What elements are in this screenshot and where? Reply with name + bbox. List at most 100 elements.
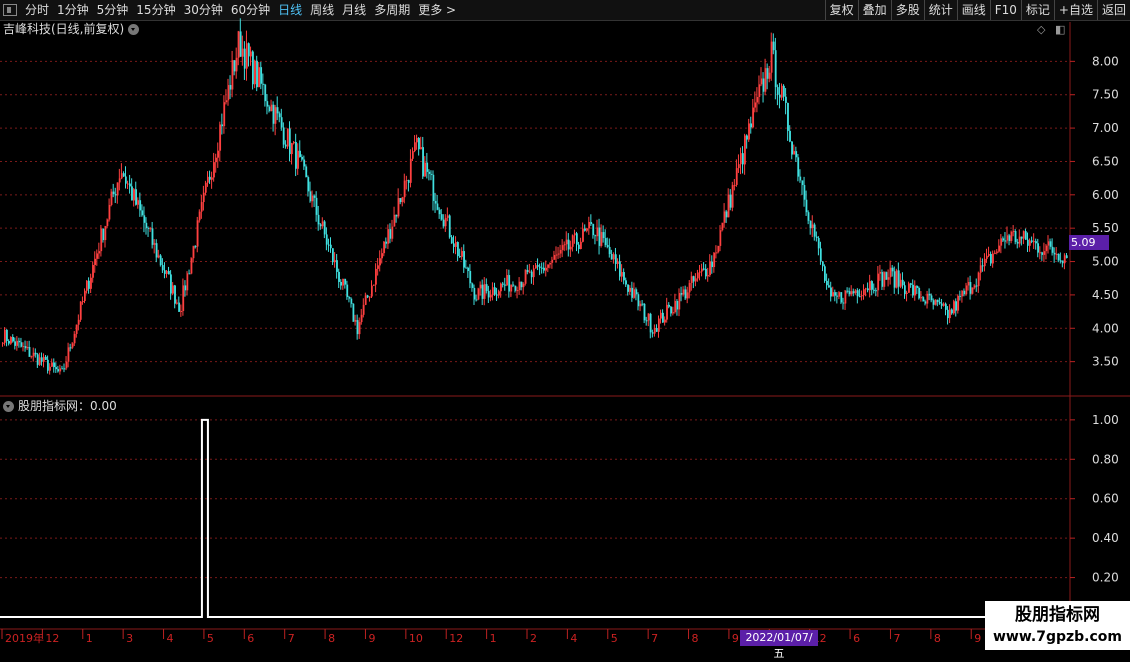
candle-body <box>608 246 611 255</box>
candle-body <box>869 281 871 291</box>
candle-body <box>112 191 115 195</box>
candle-body <box>496 294 498 296</box>
candle-body <box>59 368 62 372</box>
candle-body <box>399 198 402 203</box>
candle-body <box>457 242 459 257</box>
candle-body <box>713 252 716 268</box>
candle-body <box>901 279 904 286</box>
candle-body <box>573 233 576 236</box>
candle-body <box>727 194 730 218</box>
candle-body <box>856 290 859 297</box>
candle-body <box>955 301 957 311</box>
candle-body <box>145 222 148 228</box>
candle-body <box>342 278 345 286</box>
candle-body <box>904 285 906 294</box>
candle-body <box>865 288 867 290</box>
candle-body <box>688 283 691 293</box>
candle-body <box>571 235 574 247</box>
candle-body <box>815 236 818 239</box>
candle-body <box>696 272 699 279</box>
x-tick-label: 9 <box>368 632 375 645</box>
candle-body <box>63 368 66 370</box>
x-tick-label: 8 <box>328 632 335 645</box>
candle-body <box>822 261 824 267</box>
candle-body <box>498 291 500 296</box>
candle-body <box>393 214 396 227</box>
candle-body <box>198 211 201 221</box>
candle-body <box>422 147 424 177</box>
candle-body <box>403 180 406 198</box>
candle-body <box>280 117 283 128</box>
candle-body <box>1033 241 1035 243</box>
candle-body <box>471 283 474 288</box>
candle-body <box>883 272 886 287</box>
candle-body <box>651 332 654 334</box>
candle-body <box>81 301 84 303</box>
candle-body <box>305 166 308 178</box>
candle-body <box>2 342 4 344</box>
candle-body <box>364 295 367 305</box>
candle-body <box>1057 254 1060 261</box>
candle-body <box>213 162 215 178</box>
chart-canvas[interactable]: 8.00 7.50 7.00 6.50 6.00 5.50 5.00 4.50 4.00 3.50… <box>0 0 1130 650</box>
x-tick-label: 3 <box>126 632 133 645</box>
candle-body <box>379 258 381 266</box>
candle-body <box>104 226 107 241</box>
candle-body <box>959 295 962 297</box>
candle-body <box>491 287 494 296</box>
candle-body <box>358 322 361 335</box>
candle-body <box>1051 246 1054 253</box>
candle-body <box>832 292 834 297</box>
candle-body <box>586 228 588 231</box>
candle-body <box>127 183 129 185</box>
candle-body <box>264 84 267 102</box>
y-tick-label: 7.50 <box>1092 88 1119 102</box>
candle-body <box>45 356 47 360</box>
candle-body <box>951 309 953 314</box>
candle-body <box>707 275 709 277</box>
candle-body <box>14 341 17 346</box>
candle-body <box>768 72 771 79</box>
candle-body <box>272 104 275 124</box>
candle-body <box>391 226 394 239</box>
candle-body <box>239 31 242 57</box>
y-tick-label: 0.80 <box>1092 452 1119 466</box>
candle-body <box>524 269 527 284</box>
candle-body <box>938 302 941 304</box>
candle-body <box>975 285 978 287</box>
candle-body <box>426 162 429 172</box>
candle-body <box>16 340 19 346</box>
x-tick-label: 12 <box>45 632 59 645</box>
candle-body <box>1061 260 1064 264</box>
candle-body <box>487 291 490 298</box>
candle-body <box>1041 252 1044 255</box>
candle-body <box>434 200 437 204</box>
candle-body <box>448 215 451 238</box>
candle-body <box>481 284 484 299</box>
candle-body <box>852 291 855 294</box>
candle-body <box>645 320 648 322</box>
candle-body <box>953 301 955 314</box>
candle-body <box>561 245 564 250</box>
candle-body <box>994 252 996 254</box>
candle-body <box>94 258 96 265</box>
candle-body <box>528 271 531 273</box>
candle-body <box>461 251 463 257</box>
candle-body <box>143 215 146 223</box>
candle-body <box>387 229 390 244</box>
y-tick-label: 8.00 <box>1092 54 1119 68</box>
candle-body <box>248 43 250 57</box>
candle-body <box>1006 235 1009 241</box>
candle-body <box>840 292 843 303</box>
candle-body <box>190 258 193 274</box>
candle-body <box>137 200 140 205</box>
candle-body <box>194 246 197 248</box>
candle-body <box>325 234 328 245</box>
candle-body <box>489 295 492 298</box>
candle-body <box>992 253 994 264</box>
candle-body <box>949 309 951 319</box>
candle-body <box>981 265 984 267</box>
candle-body <box>508 275 511 292</box>
candle-body <box>354 320 357 322</box>
candle-body <box>22 346 25 348</box>
